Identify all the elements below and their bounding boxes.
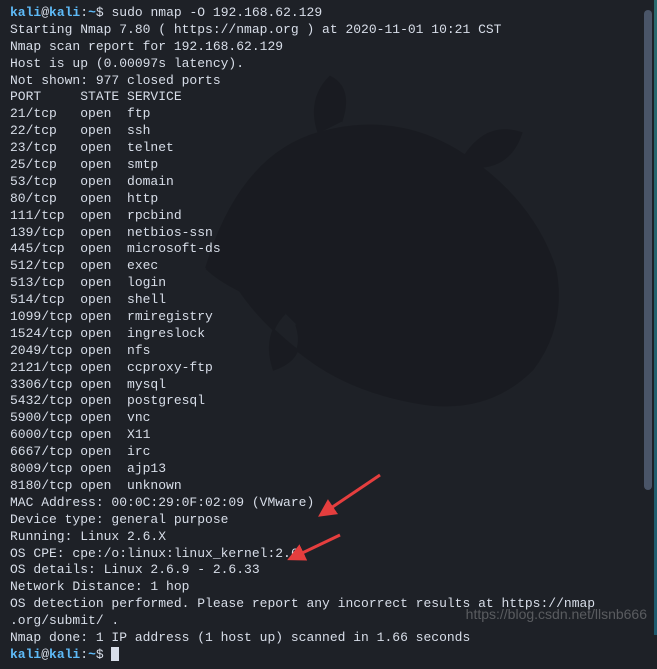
cursor bbox=[111, 647, 119, 661]
user: kali bbox=[10, 5, 41, 20]
colon: : bbox=[80, 647, 88, 662]
port-line: 3306/tcp open mysql bbox=[10, 377, 647, 394]
prompt-line-1: kali@kali:~$ sudo nmap -O 192.168.62.129 bbox=[10, 5, 647, 22]
host: kali bbox=[49, 5, 80, 20]
port-line: 22/tcp open ssh bbox=[10, 123, 647, 140]
scrollbar-thumb[interactable] bbox=[644, 10, 652, 490]
port-line: 445/tcp open microsoft-ds bbox=[10, 241, 647, 258]
port-line: 53/tcp open domain bbox=[10, 174, 647, 191]
colon: : bbox=[80, 5, 88, 20]
output-line: Nmap scan report for 192.168.62.129 bbox=[10, 39, 647, 56]
port-line: 1099/tcp open rmiregistry bbox=[10, 309, 647, 326]
output-line: Nmap done: 1 IP address (1 host up) scan… bbox=[10, 630, 647, 647]
scrollbar[interactable] bbox=[642, 0, 652, 635]
output-header: PORT STATE SERVICE bbox=[10, 89, 647, 106]
prompt-line-2[interactable]: kali@kali:~$ bbox=[10, 647, 647, 664]
port-line: 5900/tcp open vnc bbox=[10, 410, 647, 427]
watermark-text: https://blog.csdn.net/llsnb666 bbox=[466, 605, 647, 623]
port-line: 1524/tcp open ingreslock bbox=[10, 326, 647, 343]
port-line: 25/tcp open smtp bbox=[10, 157, 647, 174]
output-line: Not shown: 977 closed ports bbox=[10, 73, 647, 90]
annotation-arrow-1 bbox=[320, 470, 390, 526]
port-line: 514/tcp open shell bbox=[10, 292, 647, 309]
command-text: sudo nmap -O 192.168.62.129 bbox=[111, 5, 322, 20]
dollar: $ bbox=[96, 5, 112, 20]
at-sign: @ bbox=[41, 647, 49, 662]
output-line: Starting Nmap 7.80 ( https://nmap.org ) … bbox=[10, 22, 647, 39]
path: ~ bbox=[88, 5, 96, 20]
user: kali bbox=[10, 647, 41, 662]
port-line: 6667/tcp open irc bbox=[10, 444, 647, 461]
at-sign: @ bbox=[41, 5, 49, 20]
port-line: 512/tcp open exec bbox=[10, 258, 647, 275]
output-line: Host is up (0.00097s latency). bbox=[10, 56, 647, 73]
port-line: 513/tcp open login bbox=[10, 275, 647, 292]
port-line: 2121/tcp open ccproxy-ftp bbox=[10, 360, 647, 377]
annotation-arrow-2 bbox=[290, 530, 350, 576]
host: kali bbox=[49, 647, 80, 662]
path: ~ bbox=[88, 647, 96, 662]
network-distance-line: Network Distance: 1 hop bbox=[10, 579, 647, 596]
port-line: 111/tcp open rpcbind bbox=[10, 208, 647, 225]
port-line: 21/tcp open ftp bbox=[10, 106, 647, 123]
dollar: $ bbox=[96, 647, 112, 662]
port-line: 6000/tcp open X11 bbox=[10, 427, 647, 444]
port-line: 139/tcp open netbios-ssn bbox=[10, 225, 647, 242]
port-line: 5432/tcp open postgresql bbox=[10, 393, 647, 410]
port-line: 2049/tcp open nfs bbox=[10, 343, 647, 360]
port-line: 80/tcp open http bbox=[10, 191, 647, 208]
port-line: 23/tcp open telnet bbox=[10, 140, 647, 157]
